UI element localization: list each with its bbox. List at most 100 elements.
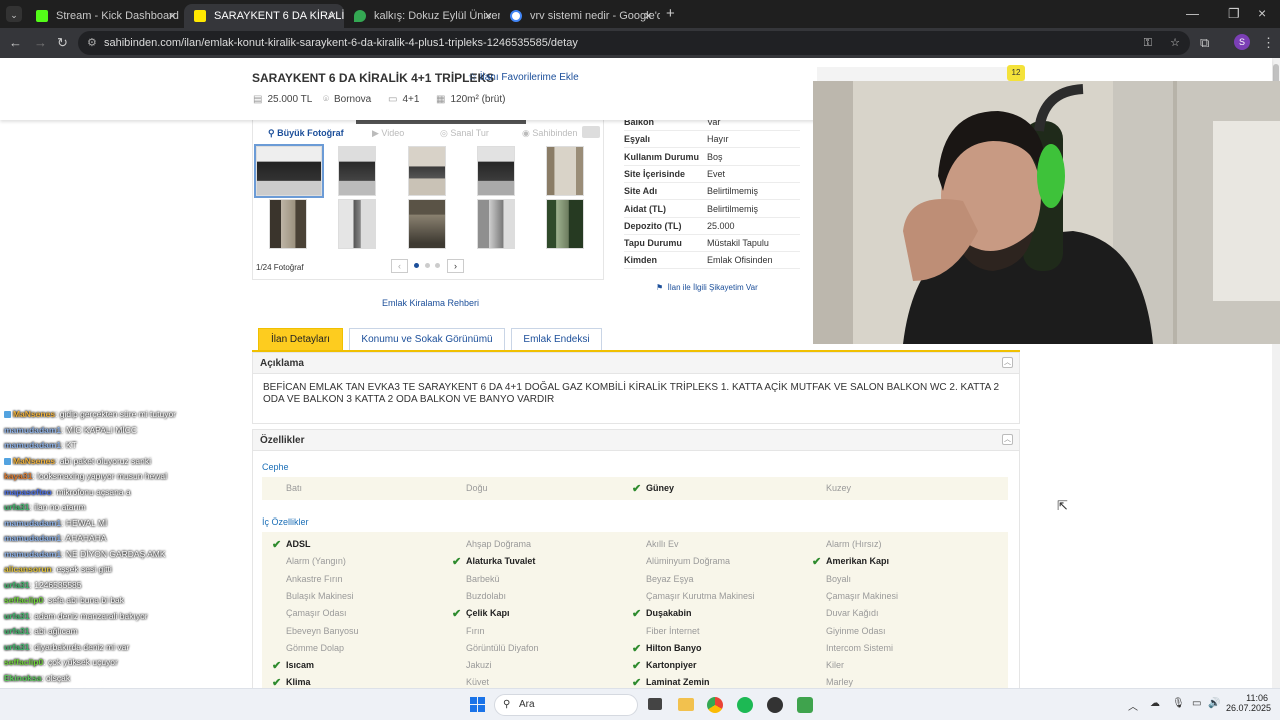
collapse-icon[interactable]: ︿ xyxy=(1002,357,1013,368)
clock[interactable]: 11:06 26.07.2025 xyxy=(1226,693,1271,713)
complaint-link[interactable]: ⚑ İlan ile İlgili Şikayetim Var xyxy=(656,283,758,292)
photo-thumbnail[interactable] xyxy=(546,199,584,249)
chat-message: mamudadam1: MİC KAPALI MİCC xyxy=(4,425,137,435)
tab-label: vrv sistemi nedir - Google'da A xyxy=(530,10,660,22)
volume-icon[interactable]: 🔊 xyxy=(1208,698,1220,709)
check-icon: ✔ xyxy=(272,660,282,673)
photo-thumbnail[interactable] xyxy=(546,146,584,196)
interior-feature-item: Kiler xyxy=(826,660,845,671)
microphone-icon[interactable]: 🎙 xyxy=(1172,698,1185,709)
close-icon[interactable]: × xyxy=(328,8,336,23)
photo-thumbnail[interactable] xyxy=(338,146,376,196)
next-photo-button[interactable]: › xyxy=(447,259,464,273)
tab-maps[interactable]: kalkış: Dokuz Eylül Üniversitesi × xyxy=(344,4,500,28)
address-bar[interactable]: ⚙ sahibinden.com/ilan/emlak-konut-kirali… xyxy=(78,31,1190,55)
tab-location-street-view[interactable]: Konumu ve Sokak Görünümü xyxy=(349,328,505,351)
browser-toolbar: ← → ↻ ⚙ sahibinden.com/ilan/emlak-konut-… xyxy=(0,28,1280,58)
chat-text: : AHAHAHA xyxy=(61,533,107,543)
interior-feature-item: Fırın xyxy=(466,625,485,636)
chat-text: : HEWAL Mİ xyxy=(61,517,108,528)
chat-text: : 1246535585 xyxy=(29,579,82,590)
features-header[interactable]: Özellikler ︿ xyxy=(252,429,1020,451)
facade-heading: Cephe xyxy=(262,462,289,472)
interior-feature-item: Akıllı Ev xyxy=(646,539,679,549)
tab-label: Stream - Kick Dashboard xyxy=(56,10,179,22)
tab-google[interactable]: vrv sistemi nedir - Google'da A × xyxy=(500,4,660,28)
photo-thumbnail[interactable] xyxy=(338,199,376,249)
extensions-icon[interactable]: ⧉ xyxy=(1200,34,1209,52)
display-icon[interactable]: ▭ xyxy=(1192,698,1201,709)
detail-key: Aidat (TL) xyxy=(624,203,666,214)
site-info-icon[interactable]: ⚙ xyxy=(87,31,97,55)
tray-chevron-icon[interactable]: ︿ xyxy=(1128,698,1138,713)
file-explorer-icon[interactable] xyxy=(678,698,694,711)
close-icon[interactable]: × xyxy=(484,8,492,23)
stream-badge: 12 xyxy=(1007,65,1025,81)
chat-username: mamudadam1 xyxy=(4,548,62,559)
chat-text: : mikrofonu açsana a xyxy=(51,486,131,497)
interior-feature-item: Marley xyxy=(826,677,854,688)
detail-value: Hayır xyxy=(707,134,729,145)
reload-icon[interactable]: ↻ xyxy=(57,34,68,52)
windows-taskbar: ⚲ Ara ︿ ☁ 🎙 ▭ 🔊 11:06 26.07.2025 xyxy=(0,688,1280,720)
facade-item: Kuzey xyxy=(826,483,852,493)
description-text: BEFİCAN EMLAK TAN EVKA3 TE SARAYKENT 6 D… xyxy=(263,382,1000,405)
forward-icon[interactable]: → xyxy=(34,34,47,52)
chat-text: : olsçak xyxy=(41,672,71,683)
close-icon[interactable]: × xyxy=(168,8,176,23)
taskbar-search[interactable]: ⚲ Ara xyxy=(494,694,638,716)
search-icon: ⚲ xyxy=(503,699,511,710)
detail-key: Depozito (TL) xyxy=(624,220,682,231)
browser-tab-bar: ⌄ Stream - Kick Dashboard × SARAYKENT 6 … xyxy=(0,0,1280,28)
prev-photo-button[interactable]: ‹ xyxy=(391,259,408,273)
chat-text: : sefa abi buna bi bak xyxy=(43,595,125,605)
tab-sahibinden[interactable]: SARAYKENT 6 DA KİRALİK 4+1 × xyxy=(184,4,344,28)
check-icon: ✔ xyxy=(632,608,642,621)
bookmark-star-icon[interactable]: ☆ xyxy=(1170,31,1180,55)
obs-icon[interactable] xyxy=(767,697,783,713)
tab-listing-details[interactable]: İlan Detayları xyxy=(258,328,343,351)
interior-feature-item: Alarm (Hırsız) xyxy=(826,539,882,549)
photo-thumbnail[interactable] xyxy=(477,146,515,196)
new-tab-button[interactable]: + xyxy=(666,5,675,23)
close-icon[interactable]: × xyxy=(644,8,652,23)
tab-search-button[interactable]: ⌄ xyxy=(6,6,22,22)
chat-text: : abi paket oluyoruz sanki xyxy=(55,455,151,466)
interior-feature-item: Ahşap Doğrama xyxy=(466,539,532,549)
description-header[interactable]: Açıklama ︿ xyxy=(252,352,1020,374)
rental-guide-link[interactable]: Emlak Kiralama Rehberi xyxy=(382,298,479,308)
detail-row: Tapu Durumu Müstakil Tapulu xyxy=(624,235,800,253)
windows-start-icon[interactable] xyxy=(470,697,486,713)
back-icon[interactable]: ← xyxy=(9,34,22,52)
detail-value: 25.000 xyxy=(707,220,735,231)
photo-thumbnail[interactable] xyxy=(254,144,324,198)
spotify-icon[interactable] xyxy=(737,697,753,713)
photo-thumbnail[interactable] xyxy=(269,199,307,249)
minimize-button[interactable]: — xyxy=(1186,5,1199,23)
chat-text: : ilan no atarım xyxy=(29,502,86,512)
chrome-icon[interactable] xyxy=(707,697,723,713)
chat-message: mapasofteo: mikrofonu açsana a xyxy=(4,487,131,497)
chat-text: : diyarbakırda deniz mi var xyxy=(29,641,130,652)
task-view-icon[interactable] xyxy=(648,698,662,710)
close-window-button[interactable]: × xyxy=(1258,4,1266,22)
photo-thumbnail[interactable] xyxy=(477,199,515,249)
interior-feature-item: Çamaşır Kurutma Makinesi xyxy=(646,590,755,601)
bed-icon: ▭ xyxy=(388,94,398,105)
tab-kick-dashboard[interactable]: Stream - Kick Dashboard × xyxy=(26,4,184,28)
tab-real-estate-index[interactable]: Emlak Endeksi xyxy=(511,328,602,351)
favorite-link[interactable]: ☆ İlanı Favorilerime Ekle xyxy=(468,72,579,83)
photo-thumbnail[interactable] xyxy=(408,199,446,249)
profile-avatar[interactable]: S xyxy=(1234,34,1250,50)
network-icon[interactable]: ☁ xyxy=(1150,698,1160,709)
description-box: BEFİCAN EMLAK TAN EVKA3 TE SARAYKENT 6 D… xyxy=(252,374,1020,424)
collapse-icon[interactable]: ︿ xyxy=(1002,434,1013,445)
photo-thumbnail[interactable] xyxy=(408,146,446,196)
menu-icon[interactable]: ⋮ xyxy=(1262,34,1275,52)
app-icon[interactable] xyxy=(797,697,813,713)
password-key-icon[interactable]: ⚿ xyxy=(1144,31,1152,55)
webcam-feed-image xyxy=(813,81,1280,344)
maximize-button[interactable]: ❐ xyxy=(1228,5,1240,23)
detail-row: Aidat (TL) Belirtilmemiş xyxy=(624,201,800,218)
chat-message: Ekinoksa: olsçak xyxy=(4,673,70,683)
